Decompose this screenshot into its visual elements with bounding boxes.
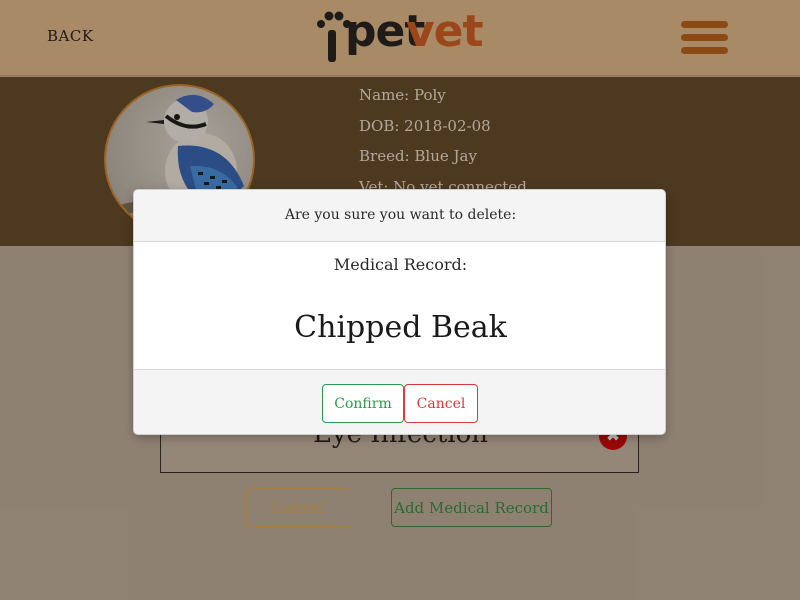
modal-record-title: Chipped Beak: [294, 310, 507, 345]
modal-header: Are you sure you want to delete:: [134, 190, 665, 242]
modal-record-label: Medical Record:: [333, 255, 468, 274]
confirm-button[interactable]: Confirm: [322, 384, 404, 423]
modal-footer: Confirm Cancel: [134, 369, 665, 434]
modal-cancel-button[interactable]: Cancel: [404, 384, 478, 423]
delete-confirm-modal: Are you sure you want to delete: Medical…: [133, 189, 666, 435]
modal-question: Are you sure you want to delete:: [284, 207, 517, 223]
